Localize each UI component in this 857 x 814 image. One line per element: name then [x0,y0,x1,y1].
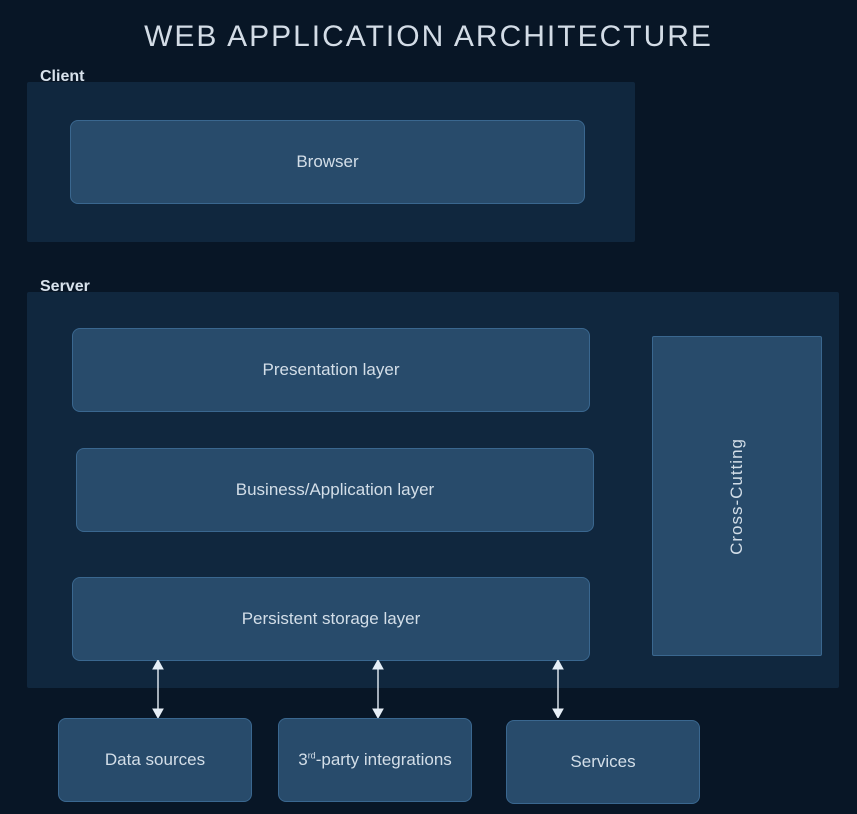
arrow-storage-data [150,660,166,718]
arrow-storage-services [550,660,566,718]
presentation-layer-box: Presentation layer [72,328,590,412]
diagram-title: WEB APPLICATION ARCHITECTURE [0,0,857,64]
arrow-storage-thirdparty [370,660,386,718]
cross-cutting-label: Cross-Cutting [727,438,747,555]
third-party-box: 3rd-party integrations [278,718,472,802]
browser-box: Browser [70,120,585,204]
business-layer-box: Business/Application layer [76,448,594,532]
data-sources-box: Data sources [58,718,252,802]
cross-cutting-box: Cross-Cutting [652,336,822,656]
storage-layer-box: Persistent storage layer [72,577,590,661]
third-party-label: 3rd-party integrations [298,750,452,770]
services-box: Services [506,720,700,804]
